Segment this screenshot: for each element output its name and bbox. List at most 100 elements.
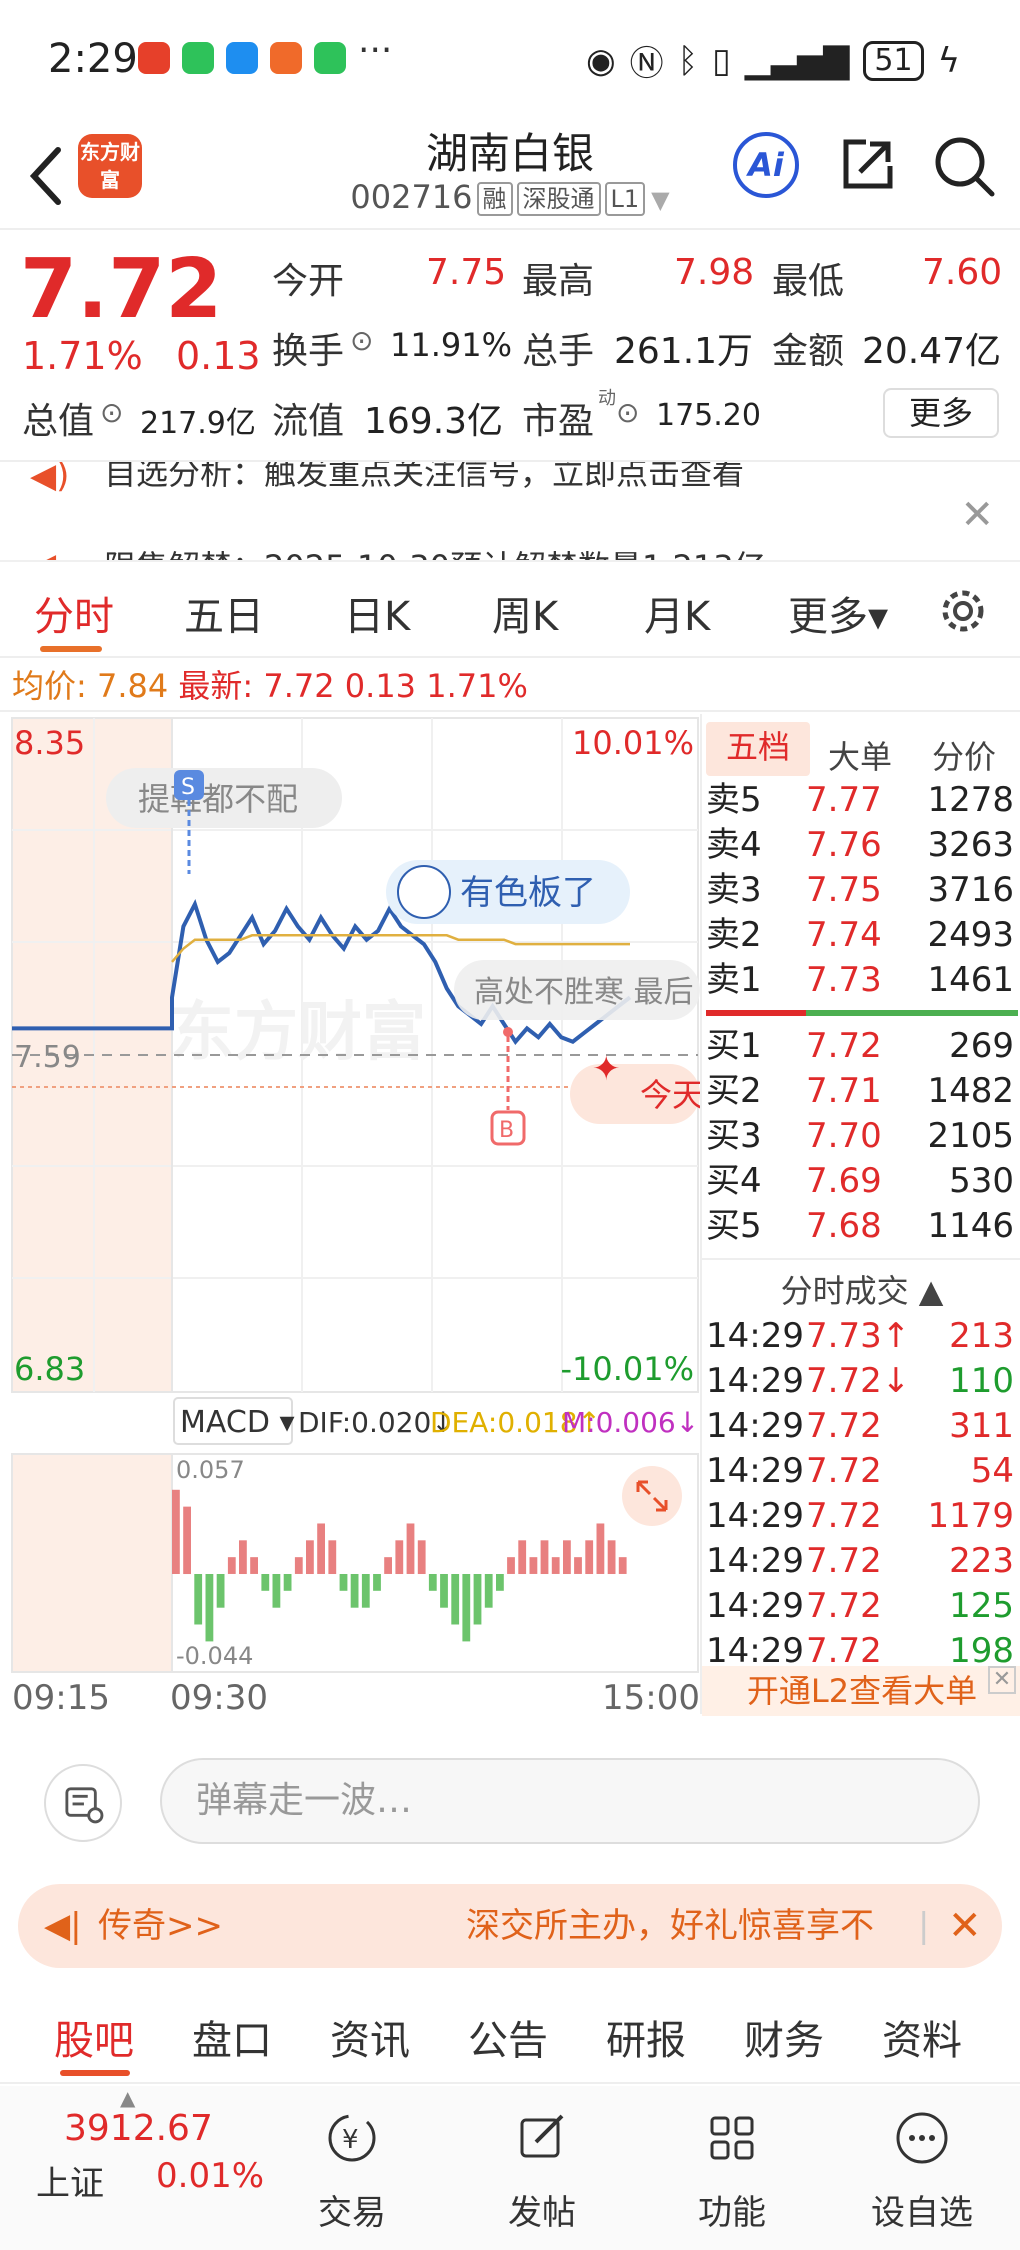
more-button[interactable]: 更多	[883, 388, 999, 438]
quote-panel: 7.72 1.71% 0.13 今开 7.75 最高 7.98 最低 7.60 …	[0, 232, 1020, 462]
tab-weekly-k[interactable]: 周K	[492, 584, 558, 642]
info-icon[interactable]: ⊙	[616, 396, 639, 429]
close-icon[interactable]: ✕	[948, 1884, 982, 1968]
tag-connect: 深股通	[516, 182, 601, 216]
info-icon[interactable]: ⊙	[350, 324, 373, 357]
trade-row[interactable]: 14:29 7.72 223	[702, 1539, 1020, 1584]
intraday-chart[interactable]: 东方财富 8.35 10.01% 6.83 -10.01% 7.59 提鞋都不配…	[0, 714, 704, 1714]
gear-icon[interactable]	[938, 586, 988, 636]
notice-text[interactable]: 限售解禁：2025-10-30预计解禁数量1.213亿	[104, 542, 766, 560]
row-label: 卖4	[706, 825, 762, 865]
bubble-2[interactable]: 有色板了	[386, 860, 630, 924]
tab-pankou[interactable]: 盘口	[192, 2008, 272, 2066]
nav-add-watchlist[interactable]: 设自选	[852, 2108, 992, 2234]
macd-bar	[529, 1557, 538, 1574]
trade-row[interactable]: 14:29 7.72 54	[702, 1449, 1020, 1494]
tab-big-orders[interactable]: 大单	[828, 732, 892, 778]
bubble-1[interactable]: 提鞋都不配	[106, 768, 342, 828]
close-icon[interactable]: ✕	[988, 1666, 1016, 1694]
ask-row[interactable]: 卖3 7.75 3716	[702, 868, 1020, 913]
ai-button[interactable]: Ai	[733, 132, 799, 198]
trade-row[interactable]: 14:29 7.73↑ 213	[702, 1314, 1020, 1359]
tab-intraday[interactable]: 分时	[34, 584, 114, 642]
trade-row[interactable]: 14:29 7.72 1179	[702, 1494, 1020, 1539]
index-pct[interactable]: 0.01%	[156, 2156, 264, 2196]
row-volume: 125	[949, 1586, 1014, 1626]
tab-announcements[interactable]: 公告	[468, 2008, 548, 2066]
trade-row[interactable]: 14:29 7.72↓ 110	[702, 1359, 1020, 1404]
tag-margin: 融	[476, 182, 513, 216]
macd-bar	[306, 1540, 314, 1575]
nav-trade[interactable]: ¥ 交易	[282, 2108, 422, 2234]
bubble-3[interactable]: 高处不胜寒 最后	[454, 960, 700, 1020]
bid-row[interactable]: 买5 7.68 1146	[702, 1204, 1020, 1249]
ask-row[interactable]: 卖2 7.74 2493	[702, 913, 1020, 958]
nav-post[interactable]: 发帖	[472, 2108, 612, 2234]
quote-value: 7.75	[426, 252, 507, 293]
macd-bar	[339, 1574, 348, 1591]
tab-daily-k[interactable]: 日K	[344, 584, 410, 642]
banner-right-text[interactable]: 深交所主办，好礼惊喜享不	[466, 1884, 874, 1968]
trade-row[interactable]: 14:29 7.72 125	[702, 1584, 1020, 1629]
tab-profile[interactable]: 资料	[882, 2008, 962, 2066]
trades-title[interactable]: 分时成交 ▲	[702, 1266, 1020, 1312]
macd-bar	[227, 1557, 236, 1574]
quote-value: 217.9亿	[140, 406, 256, 441]
tag-level[interactable]: L1	[604, 182, 646, 216]
tab-monthly-k[interactable]: 月K	[644, 584, 710, 642]
search-icon[interactable]	[932, 134, 996, 198]
ask-row[interactable]: 卖5 7.77 1278	[702, 778, 1020, 823]
bubble-4[interactable]: ✦ 今天	[570, 1049, 704, 1124]
row-label: 买2	[706, 1071, 762, 1111]
ask-row[interactable]: 卖1 7.73 1461	[702, 958, 1020, 1003]
danmu-input[interactable]: 弹幕走一波…	[160, 1758, 980, 1844]
bid-row[interactable]: 买4 7.69 530	[702, 1159, 1020, 1204]
trade-row[interactable]: 14:29 7.72 311	[702, 1404, 1020, 1449]
promo-banner[interactable]: ◀| 传奇>> 深交所主办，好礼惊喜享不 | ✕	[18, 1884, 1002, 1968]
bid-row[interactable]: 买1 7.72 269	[702, 1024, 1020, 1069]
buy-marker[interactable]: B	[490, 1027, 526, 1146]
tab-five-day[interactable]: 五日	[184, 584, 264, 642]
macd-bar	[183, 1506, 191, 1575]
row-label: 买4	[706, 1161, 762, 1201]
tab-guba[interactable]: 股吧	[54, 2008, 134, 2066]
row-label: 卖2	[706, 915, 762, 955]
tab-finance[interactable]: 财务	[744, 2008, 824, 2066]
latest-label: 最新:	[178, 667, 254, 705]
index-value[interactable]: 3912.67	[64, 2108, 213, 2149]
index-name[interactable]: 上证	[36, 2156, 104, 2205]
l2-upgrade-button[interactable]: 开通L2查看大单	[702, 1666, 1020, 1716]
quote-label: 最高	[522, 261, 595, 302]
info-icon[interactable]: ⊙	[100, 396, 123, 429]
share-icon[interactable]	[838, 134, 898, 194]
nav-label: 设自选	[871, 2193, 973, 2233]
nav-functions[interactable]: 功能	[662, 2108, 802, 2234]
bid-row[interactable]: 买2 7.71 1482	[702, 1069, 1020, 1114]
row-volume: 311	[949, 1406, 1014, 1446]
bubble-4-text: 今天	[640, 1076, 700, 1114]
danmu-settings-icon[interactable]	[44, 1764, 122, 1842]
caret-up-icon: ▲	[120, 2086, 136, 2110]
close-icon[interactable]: ✕	[960, 492, 994, 538]
ask-row[interactable]: 卖4 7.76 3263	[702, 823, 1020, 868]
expand-icon[interactable]	[622, 1466, 682, 1526]
tab-research[interactable]: 研报	[606, 2008, 686, 2066]
notice-text[interactable]: 自选分析：触发重点关注信号，立即点击查看	[104, 462, 744, 494]
macd-legend: MACD ▾ DIF:0.020↓ DEA:0.018↑ M:0.006↓	[173, 1397, 699, 1445]
tab-five-levels[interactable]: 五档	[706, 722, 810, 776]
row-volume: 213	[949, 1316, 1014, 1356]
macd-bar	[395, 1540, 404, 1575]
notice-bar[interactable]: ◀) 自选分析：触发重点关注信号，立即点击查看 限售解禁：2025-10-30预…	[0, 462, 1020, 562]
row-price: 7.72	[806, 1451, 882, 1491]
chart-svg[interactable]: 东方财富 8.35 10.01% 6.83 -10.01% 7.59 提鞋都不配…	[0, 714, 704, 1714]
row-price: 7.73↑	[806, 1316, 911, 1356]
banner-left-text[interactable]: 传奇>>	[98, 1884, 223, 1968]
tab-price-distribution[interactable]: 分价	[932, 732, 996, 778]
tab-news[interactable]: 资讯	[330, 2008, 410, 2066]
level-dropdown-icon[interactable]: ▼	[651, 186, 669, 214]
tab-more[interactable]: 更多▾	[788, 584, 888, 642]
row-price: 7.77	[806, 780, 882, 820]
row-label: 买1	[706, 1026, 762, 1066]
vibrate-icon: ▯	[712, 40, 731, 81]
bid-row[interactable]: 买3 7.70 2105	[702, 1114, 1020, 1159]
